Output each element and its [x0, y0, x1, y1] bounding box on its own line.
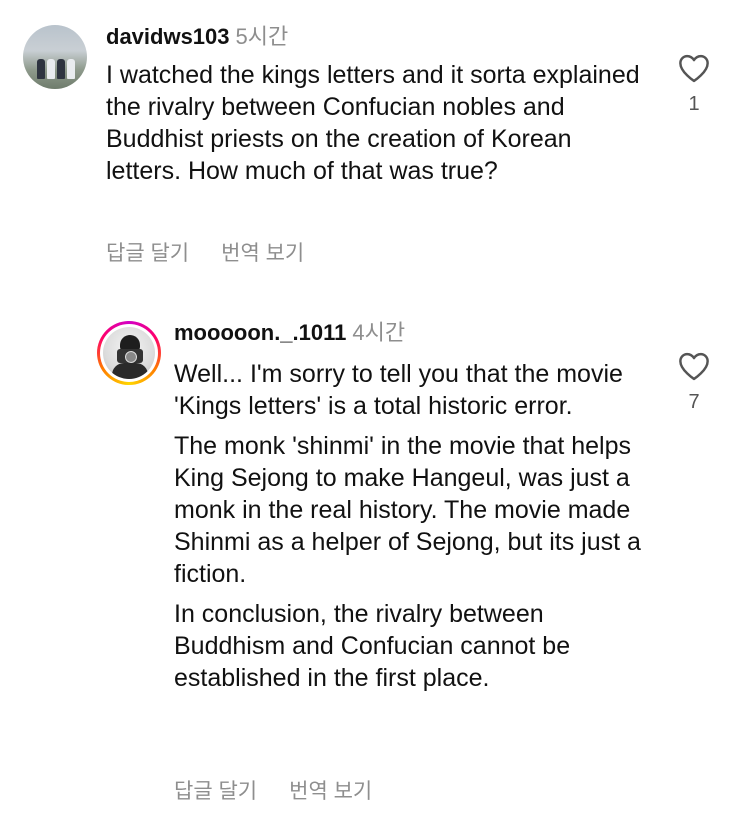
- comment: davidws103 5시간 I watched the kings letter…: [0, 0, 729, 290]
- avatar[interactable]: [23, 25, 87, 89]
- reply-actions: 답글 달기 번역 보기: [174, 775, 372, 805]
- reply-button[interactable]: 답글 달기: [174, 780, 257, 803]
- like-button[interactable]: 7: [674, 351, 714, 414]
- comment-header: davidws103 5시간: [106, 26, 288, 48]
- reply-paragraph: In conclusion, the rivalry between Buddh…: [174, 600, 571, 692]
- username[interactable]: mooooon._.1011: [174, 320, 346, 345]
- reply-paragraph: The monk 'shinmi' in the movie that help…: [174, 432, 641, 588]
- reply-paragraph: Well... I'm sorry to tell you that the m…: [174, 360, 623, 420]
- see-translation-button[interactable]: 번역 보기: [289, 780, 372, 803]
- comment-actions: 답글 달기 번역 보기: [106, 237, 304, 267]
- heart-outline-icon[interactable]: [677, 53, 711, 83]
- like-count: 1: [688, 93, 700, 115]
- reply-button[interactable]: 답글 달기: [106, 242, 189, 265]
- like-button[interactable]: 1: [674, 53, 714, 116]
- reply-header: mooooon._.1011 4시간: [174, 322, 405, 344]
- heart-outline-icon[interactable]: [677, 351, 711, 381]
- comment-text: I watched the kings letters and it sorta…: [106, 61, 640, 185]
- reply-text: Well... I'm sorry to tell you that the m…: [174, 358, 654, 702]
- timestamp: 5시간: [235, 24, 289, 49]
- like-count: 7: [688, 391, 700, 413]
- see-translation-button[interactable]: 번역 보기: [221, 242, 304, 265]
- timestamp: 4시간: [352, 320, 406, 345]
- username[interactable]: davidws103: [106, 24, 230, 49]
- avatar[interactable]: [97, 321, 161, 385]
